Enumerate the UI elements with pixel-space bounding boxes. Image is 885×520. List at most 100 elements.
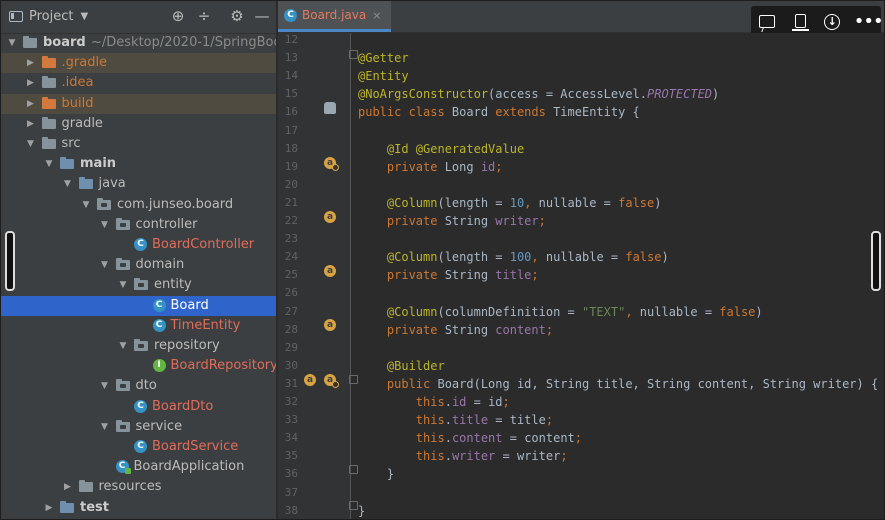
expand-arrow-icon[interactable]: ▼ — [63, 174, 73, 194]
left-scroll-handle[interactable] — [5, 231, 15, 291]
comment-button[interactable] — [756, 11, 778, 33]
project-view-selector[interactable]: Project ▼ — [9, 9, 88, 24]
tree-item[interactable]: ▼ domain — [1, 255, 276, 275]
code-line[interactable]: @Column(columnDefinition = "TEXT", nulla… — [358, 303, 763, 321]
code-line[interactable]: } — [358, 465, 394, 483]
tree-item[interactable]: C TimeEntity — [1, 316, 276, 336]
expand-arrow-icon[interactable]: ▼ — [44, 154, 54, 174]
tree-item[interactable]: ▼ main — [1, 154, 276, 174]
collapse-all-icon[interactable]: ÷ — [195, 7, 213, 25]
code-line[interactable]: this.content = content; — [358, 429, 582, 447]
gear-icon[interactable]: ⚙ — [228, 7, 246, 25]
tree-item-label: com.junseo.board — [117, 196, 234, 212]
code-line[interactable]: this.title = title; — [358, 411, 553, 429]
code-line[interactable]: private String title; — [358, 266, 539, 284]
interface-icon: I — [152, 359, 166, 373]
entity-table-icon[interactable] — [324, 102, 336, 114]
code-line[interactable]: @Column(length = 10, nullable = false) — [358, 194, 662, 212]
expand-arrow-icon[interactable]: ▼ — [7, 33, 17, 53]
tree-item[interactable]: ▶ resources — [1, 477, 276, 497]
tree-item-label: repository — [154, 338, 220, 353]
download-button[interactable]: ↓ — [821, 11, 843, 33]
expand-arrow-icon[interactable]: ▼ — [100, 255, 110, 275]
expand-arrow-icon[interactable]: ▼ — [26, 134, 36, 154]
annotation-marker-icon[interactable]: a — [324, 211, 336, 223]
package-icon — [115, 258, 130, 271]
tree-item[interactable]: C BoardDto — [1, 397, 276, 417]
code-line[interactable]: private Long id; — [358, 158, 503, 176]
annotation-marker-icon[interactable]: a — [324, 265, 336, 277]
tree-item[interactable]: ▼ src — [1, 134, 276, 154]
code-line[interactable]: @NoArgsConstructor(access = AccessLevel.… — [358, 85, 719, 103]
tree-item[interactable]: C BoardService — [1, 437, 276, 457]
code-line[interactable]: private String writer; — [358, 212, 546, 230]
tree-item[interactable]: ▶ .idea — [1, 73, 276, 93]
tree-item[interactable]: C BoardApplication — [1, 457, 276, 477]
tree-item-label: gradle — [61, 115, 103, 131]
tree-item[interactable]: ▶ gradle — [1, 114, 276, 134]
tree-item[interactable]: I BoardRepository — [1, 356, 276, 376]
right-scroll-handle[interactable] — [871, 231, 881, 291]
line-number: 16 — [284, 105, 298, 119]
collapsed-arrow-icon[interactable]: ▶ — [26, 73, 36, 93]
tree-item[interactable]: ▼ java — [1, 174, 276, 194]
tree-item[interactable]: ▼ entity — [1, 275, 276, 295]
code-line[interactable]: public class Board extends TimeEntity { — [358, 103, 640, 121]
code-editor[interactable]: a a a a a a 12 13 14 15 16 17 18 19 20 21 22 23 24 25… — [278, 33, 884, 519]
tree-item[interactable]: C BoardController — [1, 235, 276, 255]
code-line[interactable]: } — [358, 502, 365, 519]
tree-item[interactable]: ▶ build — [1, 93, 276, 114]
code-line[interactable]: private String content; — [358, 321, 553, 339]
code-line[interactable]: this.writer = writer; — [358, 447, 568, 465]
expand-arrow-icon[interactable]: ▼ — [118, 275, 128, 295]
tree-item[interactable]: ▼ board ~/Desktop/2020-1/SpringBoot/ — [1, 33, 276, 53]
expand-arrow-icon[interactable]: ▼ — [81, 195, 91, 215]
annotation-marker-icon[interactable]: a — [324, 374, 339, 388]
code-line[interactable]: @Entity — [358, 67, 409, 85]
code-line[interactable]: @Id @GeneratedValue — [358, 140, 524, 158]
device-button[interactable] — [789, 11, 811, 33]
tree-item[interactable]: ▼ controller — [1, 215, 276, 235]
collapsed-arrow-icon[interactable]: ▶ — [26, 94, 36, 114]
more-button[interactable]: ••• — [854, 11, 884, 33]
class-icon: C — [284, 8, 297, 22]
comment-icon — [759, 15, 776, 28]
tree-item[interactable]: ▶ .gradle — [1, 53, 276, 74]
collapsed-arrow-icon[interactable]: ▶ — [63, 477, 73, 497]
fold-marker-icon[interactable] — [349, 50, 358, 59]
collapsed-arrow-icon[interactable]: ▶ — [26, 53, 36, 73]
locate-icon[interactable]: ⊕ — [169, 7, 187, 25]
tree-item[interactable]: C Board — [1, 295, 276, 316]
code-line[interactable]: @Getter — [358, 49, 409, 67]
collapsed-arrow-icon[interactable]: ▶ — [26, 114, 36, 134]
class-icon: C — [152, 318, 166, 332]
expand-arrow-icon[interactable]: ▼ — [100, 417, 110, 437]
tree-item-label: BoardService — [152, 439, 239, 454]
code-line[interactable]: public Board(Long id, String title, Stri… — [358, 375, 878, 393]
tree-item[interactable]: ▼ dto — [1, 376, 276, 396]
hide-icon[interactable]: — — [253, 7, 271, 25]
annotation-marker-icon[interactable]: a — [304, 374, 316, 386]
expand-arrow-icon[interactable]: ▼ — [100, 376, 110, 396]
collapsed-arrow-icon[interactable]: ▶ — [44, 498, 54, 518]
annotation-marker-icon[interactable]: a — [324, 319, 336, 331]
package-icon — [115, 419, 130, 432]
code-line[interactable]: @Builder — [358, 357, 445, 375]
close-icon[interactable]: × — [372, 9, 381, 22]
tree-item[interactable]: ▼ repository — [1, 336, 276, 356]
annotation-marker-icon[interactable]: a — [324, 157, 339, 171]
tree-item[interactable]: ▼ service — [1, 417, 276, 437]
fold-marker-icon[interactable] — [349, 501, 358, 510]
fold-marker-icon[interactable] — [349, 465, 358, 474]
fold-marker-icon[interactable] — [349, 375, 358, 384]
code-line[interactable]: @Column(length = 100, nullable = false) — [358, 248, 669, 266]
tree-item[interactable]: ▶ test — [1, 498, 276, 518]
class-icon: C — [134, 440, 147, 453]
code-line[interactable]: this.id = id; — [358, 393, 510, 411]
expand-arrow-icon[interactable]: ▼ — [118, 336, 128, 356]
tab-board-java[interactable]: C Board.java × — [278, 1, 392, 32]
project-panel: Project ▼ ⊕ ÷ ⚙ — ▼ board ~/Desktop/2020-1… — [1, 1, 276, 519]
tree-item[interactable]: ▼ com.junseo.board — [1, 195, 276, 215]
expand-arrow-icon[interactable]: ▼ — [100, 215, 110, 235]
line-number: 31 — [284, 376, 298, 390]
